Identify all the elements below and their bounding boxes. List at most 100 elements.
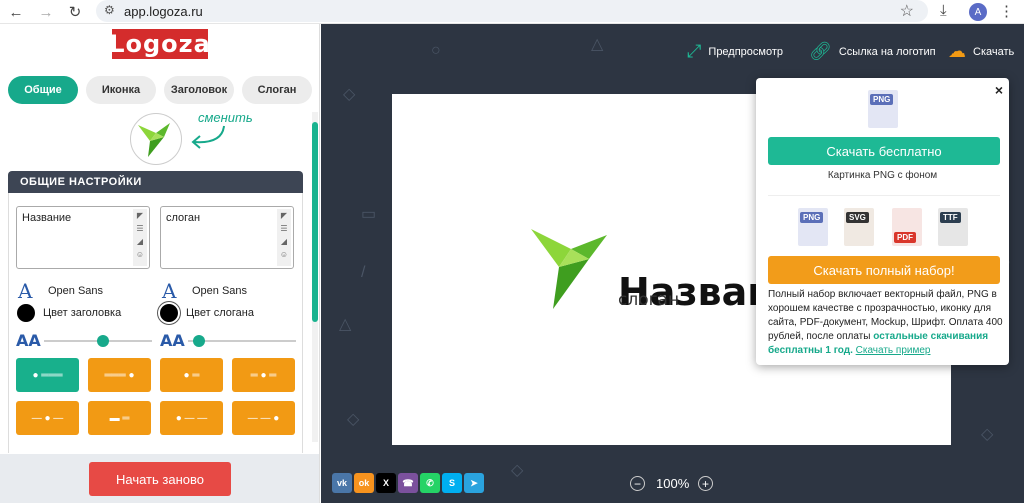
deco-shape: ◇: [511, 462, 524, 479]
emoji-icon[interactable]: ☺: [133, 248, 147, 261]
curved-arrow-icon: [191, 125, 225, 149]
slogan-textarea[interactable]: слоган ◤ ☰ ◢ ☺: [160, 206, 294, 269]
settings-header: ОБЩИЕ НАСТРОЙКИ: [8, 171, 303, 193]
deco-shape: ◇: [981, 426, 994, 443]
logo-icon-preview[interactable]: [130, 113, 182, 165]
layout-option-5[interactable]: — ● —: [16, 401, 79, 435]
x-icon[interactable]: X: [376, 473, 396, 493]
logoza-logo[interactable]: Logoza: [109, 29, 210, 59]
deco-shape: ▭: [361, 206, 377, 223]
restart-button[interactable]: Начать заново: [89, 462, 231, 496]
align-left-icon[interactable]: ◤: [133, 209, 147, 222]
slider-knob[interactable]: [96, 335, 109, 347]
layout-option-8[interactable]: — — ●: [232, 401, 295, 435]
divider: [768, 195, 1000, 196]
download-button[interactable]: ☁ Скачать: [948, 41, 1014, 62]
name-size-slider[interactable]: AA: [16, 331, 156, 351]
deco-shape: ◇: [347, 411, 360, 428]
png-tag: PNG: [870, 94, 894, 105]
align-center-icon[interactable]: ☰: [133, 222, 147, 235]
tab-general[interactable]: Общие: [8, 76, 78, 104]
download-label: Скачать: [973, 45, 1015, 58]
viber-icon[interactable]: ☎: [398, 473, 418, 493]
name-color-swatch[interactable]: [17, 304, 35, 322]
download-full-button[interactable]: Скачать полный набор!: [768, 256, 1000, 284]
layout-option-7[interactable]: ● — —: [160, 401, 223, 435]
zoom-out-button[interactable]: −: [630, 476, 645, 491]
slogan-font-selector[interactable]: A Open Sans: [162, 279, 247, 303]
profile-avatar[interactable]: A: [969, 3, 987, 21]
pdf-format-icon: PDF: [892, 208, 922, 246]
align-right-icon[interactable]: ◢: [133, 235, 147, 248]
slider-knob[interactable]: [192, 335, 205, 347]
settings-panel: Logoza Общие Иконка Заголовок Слоган сме…: [0, 24, 320, 503]
deco-shape: /: [361, 264, 366, 281]
format-tag: SVG: [846, 212, 869, 223]
panel-scrollbar[interactable]: [312, 112, 318, 442]
name-color-label: Цвет заголовка: [43, 307, 122, 319]
download-free-button[interactable]: Скачать бесплатно: [768, 137, 1000, 165]
reload-icon[interactable]: ↻: [65, 2, 85, 22]
skype-icon[interactable]: S: [442, 473, 462, 493]
url-text: app.logoza.ru: [124, 4, 203, 19]
preview-button[interactable]: ⤢ Предпросмотр: [687, 41, 783, 62]
free-download-caption: Картинка PNG с фоном: [827, 170, 938, 181]
slogan-color-swatch[interactable]: [160, 304, 178, 322]
downloads-icon[interactable]: ⤓: [940, 2, 947, 19]
cloud-download-icon: ☁: [948, 41, 966, 61]
preview-label: Предпросмотр: [708, 45, 784, 58]
format-tag: TTF: [940, 212, 961, 223]
logo-link-label: Ссылка на логотип: [838, 45, 936, 58]
tab-slogan[interactable]: Слоган: [242, 76, 312, 104]
deco-shape: △: [339, 316, 352, 333]
expand-icon: ⤢: [687, 41, 702, 61]
png-format-icon: PNG: [798, 208, 828, 246]
deco-shape: △: [591, 36, 604, 53]
name-textarea[interactable]: Название ◤ ☰ ◢ ☺: [16, 206, 150, 269]
odnoklassniki-icon[interactable]: ok: [354, 473, 374, 493]
layout-option-1[interactable]: ● ═══: [16, 358, 79, 392]
site-settings-icon[interactable]: ⚙: [104, 3, 115, 17]
font-size-icon: AA: [16, 331, 41, 350]
close-icon[interactable]: ×: [995, 82, 1003, 98]
deco-shape: ○: [431, 42, 441, 59]
whatsapp-icon[interactable]: ✆: [420, 473, 440, 493]
tab-title[interactable]: Заголовок: [164, 76, 234, 104]
ttf-format-icon: TTF: [938, 208, 968, 246]
bird-icon: [138, 123, 170, 157]
emoji-icon[interactable]: ☺: [277, 248, 291, 261]
align-right-icon[interactable]: ◢: [277, 235, 291, 248]
brand-slogan-text[interactable]: слоган: [618, 290, 679, 310]
align-center-icon[interactable]: ☰: [277, 222, 291, 235]
telegram-icon[interactable]: ➤: [464, 473, 484, 493]
tab-icon[interactable]: Иконка: [86, 76, 156, 104]
layout-option-6[interactable]: ▬ ═: [88, 401, 151, 435]
menu-kebab-icon[interactable]: ⋮: [999, 2, 1014, 20]
browser-toolbar: ← → ↻ ⚙ app.logoza.ru ☆ ⤓ A ⋮: [0, 0, 1024, 24]
format-tag: PDF: [894, 232, 916, 243]
align-left-icon[interactable]: ◤: [277, 209, 291, 222]
vk-icon[interactable]: vk: [332, 473, 352, 493]
slogan-text: слоган: [166, 212, 201, 224]
brand-bird-icon: [531, 229, 607, 309]
layout-option-3[interactable]: ● ═: [160, 358, 223, 392]
download-example-link[interactable]: Скачать пример: [856, 345, 931, 356]
slogan-color-picker[interactable]: Цвет слогана: [160, 304, 254, 322]
link-icon: 🔗︎: [809, 41, 832, 61]
forward-icon[interactable]: →: [36, 2, 56, 22]
font-icon: A: [18, 279, 33, 303]
layout-option-2[interactable]: ═══ ●: [88, 358, 151, 392]
back-icon[interactable]: ←: [6, 2, 26, 22]
layout-option-4[interactable]: ═ ● ═: [232, 358, 295, 392]
png-file-icon: PNG: [868, 90, 898, 128]
scrollbar-thumb[interactable]: [312, 122, 318, 322]
slogan-size-slider[interactable]: AA: [160, 331, 300, 351]
bookmark-star-icon[interactable]: ☆: [900, 1, 914, 21]
zoom-in-button[interactable]: +: [698, 476, 713, 491]
name-font-selector[interactable]: A Open Sans: [18, 279, 103, 303]
name-color-picker[interactable]: Цвет заголовка: [17, 304, 121, 322]
address-bar[interactable]: ⚙ app.logoza.ru ☆: [96, 0, 928, 22]
text-align-tools: ◤ ☰ ◢ ☺: [277, 209, 291, 266]
font-size-icon: AA: [160, 331, 185, 350]
logo-link-button[interactable]: 🔗︎ Ссылка на логотип: [809, 41, 936, 62]
